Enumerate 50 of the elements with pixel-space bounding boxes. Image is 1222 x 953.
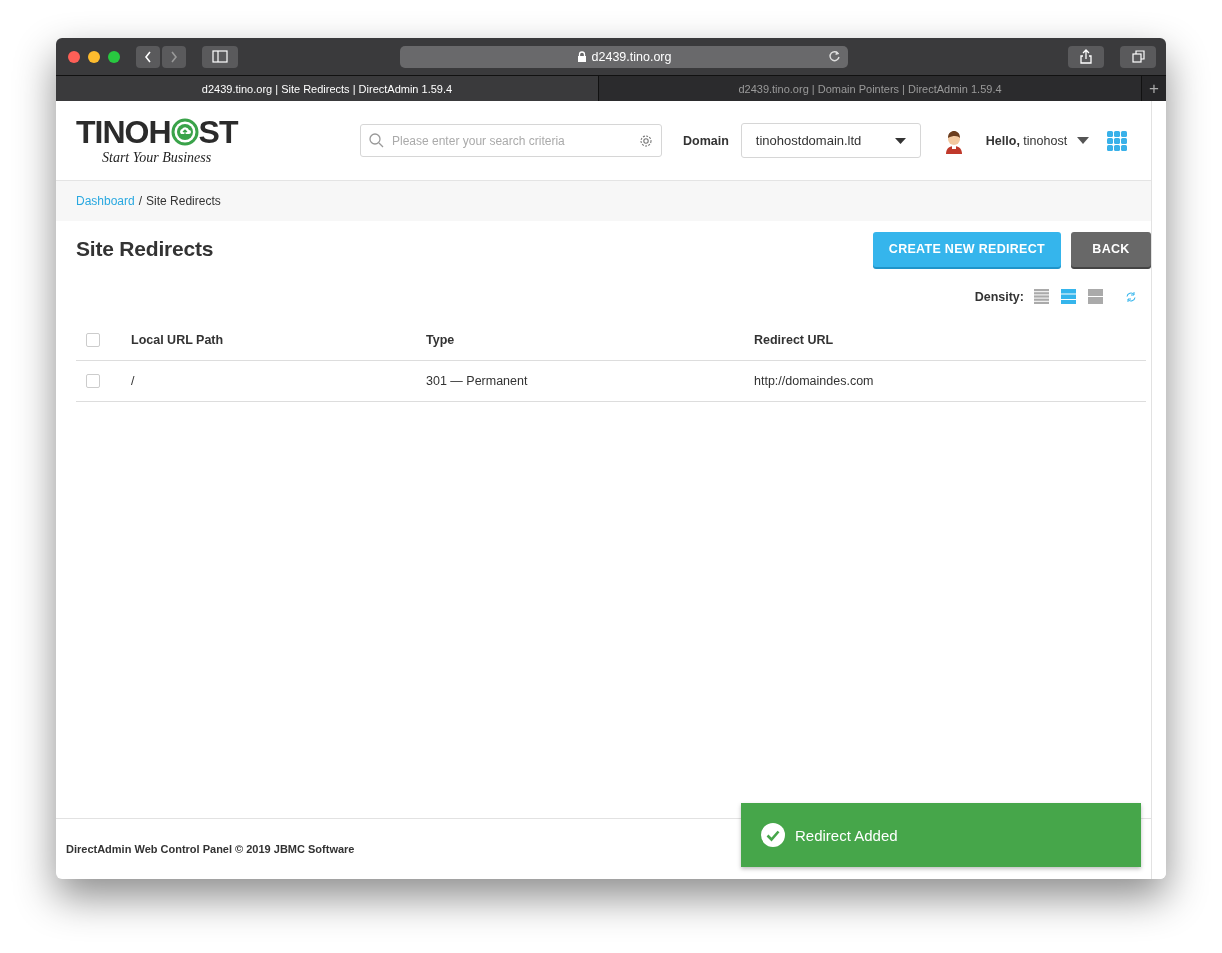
lock-icon: [576, 51, 587, 62]
url-text: d2439.tino.org: [591, 49, 672, 64]
settings-icon[interactable]: [639, 134, 653, 148]
table-cell: http://domaindes.com: [754, 360, 1146, 402]
table-cell: 301 — Permanent: [426, 360, 754, 402]
column-header: Local URL Path: [131, 320, 426, 361]
checkbox[interactable]: [86, 374, 100, 388]
refresh-icon[interactable]: [1125, 290, 1137, 303]
address-bar[interactable]: d2439.tino.org: [400, 45, 848, 68]
browser-tab[interactable]: d2439.tino.org | Domain Pointers | DirectAdmin 1.59.4: [599, 76, 1142, 101]
forward-button[interactable]: [162, 45, 186, 68]
page-title: Site Redirects: [76, 237, 214, 261]
search-icon: [369, 133, 384, 148]
minimize-button[interactable]: [88, 50, 100, 63]
cloud-upload-icon: [170, 117, 199, 146]
new-tab-button[interactable]: +: [1142, 76, 1166, 101]
checkbox[interactable]: [86, 333, 100, 347]
tabs-icon[interactable]: [1131, 50, 1145, 63]
logo-tagline: Start Your Business: [102, 149, 212, 166]
density-label: Density:: [974, 289, 1024, 304]
share-button[interactable]: [1068, 45, 1104, 68]
close-button[interactable]: [68, 50, 80, 63]
back-button[interactable]: [136, 45, 160, 68]
chevron-right-icon[interactable]: [169, 49, 179, 64]
chevron-left-icon[interactable]: [143, 49, 153, 64]
browser-tab[interactable]: d2439.tino.org | Site Redirects | DirectAdmin 1.59.4: [56, 76, 599, 101]
density-option-icon[interactable]: [1088, 289, 1103, 304]
maximize-button[interactable]: [108, 50, 120, 63]
breadcrumb-separator: /: [138, 194, 143, 208]
share-icon[interactable]: [1079, 49, 1093, 64]
breadcrumb-current: Site Redirects: [146, 194, 221, 208]
table-cell: /: [131, 360, 426, 402]
sidebar-button[interactable]: [202, 45, 238, 68]
user-greeting: Hello, tinohost: [985, 133, 1068, 148]
caret-icon: [894, 137, 906, 144]
apps-grid-icon[interactable]: [1107, 130, 1128, 151]
back-button[interactable]: BACK: [1071, 231, 1151, 267]
tabs-button[interactable]: [1120, 45, 1156, 68]
notification-toast: Redirect Added: [741, 803, 1141, 867]
domain-label: Domain: [683, 133, 729, 148]
column-header: Redirect URL: [754, 320, 1146, 361]
domain-select[interactable]: tinohostdomain.ltd: [740, 123, 921, 158]
density-option-icon[interactable]: [1061, 289, 1076, 304]
search-field[interactable]: Please enter your search criteria: [360, 124, 662, 157]
check-icon: [761, 823, 785, 847]
reload-icon[interactable]: [828, 48, 842, 63]
sidebar-icon[interactable]: [212, 50, 228, 63]
column-header: Type: [426, 320, 754, 361]
logo-wordmark: TINOH ST: [76, 115, 238, 148]
caret-icon[interactable]: [1077, 137, 1090, 144]
